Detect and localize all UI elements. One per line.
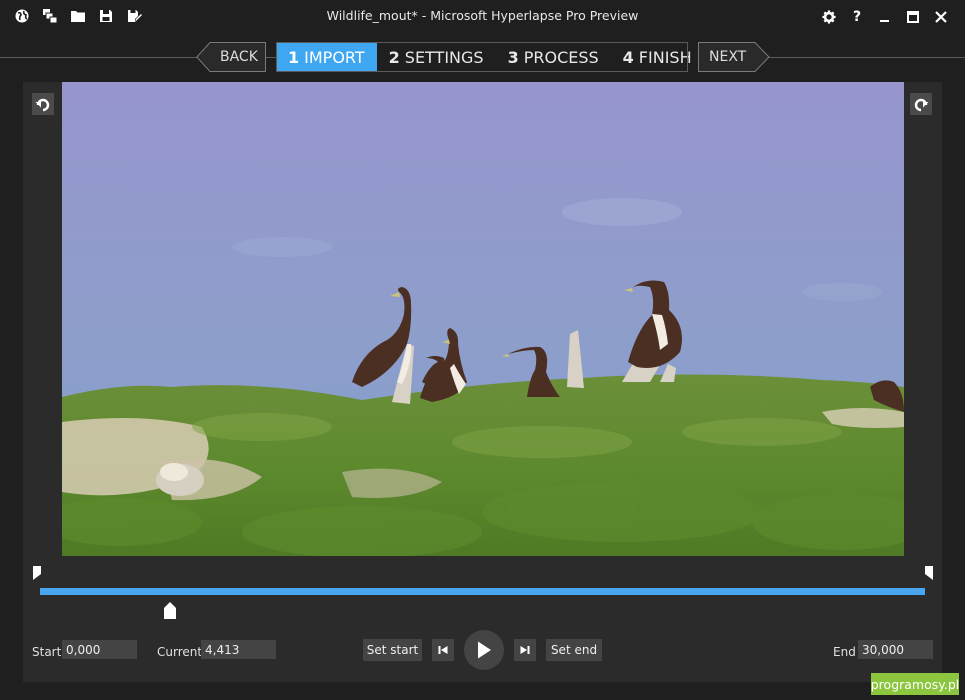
back-button[interactable]: BACK <box>196 42 266 72</box>
video-preview <box>62 82 904 556</box>
current-field[interactable] <box>201 640 276 659</box>
wizard-step-bar: BACK 1 IMPORT 2 SETTINGS 3 PROCESS 4 FINISH … <box>0 42 965 72</box>
skip-previous-icon <box>438 646 448 654</box>
timeline-controls: Start Current Set start Set end End <box>23 630 942 670</box>
skip-next-icon <box>520 646 530 654</box>
step-label: SETTINGS <box>404 47 484 67</box>
rotate-left-icon <box>35 98 50 112</box>
step-import[interactable]: 1 IMPORT <box>276 42 377 72</box>
step-settings[interactable]: 2 SETTINGS <box>377 42 496 72</box>
current-label: Current <box>157 645 203 659</box>
title-bar: Wildlife_mout* - Microsoft Hyperlapse Pr… <box>0 0 965 34</box>
wizard-steps: 1 IMPORT 2 SETTINGS 3 PROCESS 4 FINISH <box>276 42 704 72</box>
step-number: 4 <box>622 47 634 67</box>
rotate-right-button[interactable] <box>910 93 932 115</box>
previous-frame-button[interactable] <box>432 639 454 661</box>
step-label: IMPORT <box>304 47 365 67</box>
settings-icon[interactable] <box>815 6 843 28</box>
rotate-left-button[interactable] <box>32 93 54 115</box>
step-number: 2 <box>388 47 400 67</box>
trim-start-marker[interactable] <box>32 566 42 582</box>
next-button[interactable]: NEXT <box>698 42 770 72</box>
start-field[interactable] <box>62 640 137 659</box>
timeline-track[interactable] <box>40 588 925 595</box>
video-frame-image <box>62 82 904 556</box>
set-end-button[interactable]: Set end <box>546 639 602 661</box>
step-finish[interactable]: 4 FINISH <box>611 42 704 72</box>
import-panel: Start Current Set start Set end End <box>23 82 942 682</box>
step-label: PROCESS <box>523 47 599 67</box>
step-process[interactable]: 3 PROCESS <box>496 42 611 72</box>
step-number: 3 <box>507 47 519 67</box>
minimize-icon[interactable] <box>871 6 899 28</box>
start-label: Start <box>32 645 62 659</box>
set-start-button[interactable]: Set start <box>363 639 422 661</box>
close-icon[interactable] <box>927 6 955 28</box>
rotate-right-icon <box>914 98 929 112</box>
step-number: 1 <box>288 47 300 67</box>
step-label: FINISH <box>638 47 692 67</box>
end-field[interactable] <box>858 640 933 659</box>
back-button-label: BACK <box>220 49 258 65</box>
playhead-handle[interactable] <box>163 602 177 620</box>
maximize-icon[interactable] <box>899 6 927 28</box>
next-button-label: NEXT <box>709 49 747 65</box>
next-frame-button[interactable] <box>514 639 536 661</box>
trim-end-marker[interactable] <box>924 566 934 582</box>
watermark-badge: programosy.pl <box>871 673 959 695</box>
help-icon[interactable]: ? <box>843 6 871 28</box>
end-label: End <box>833 645 856 659</box>
window-controls: ? <box>815 6 955 28</box>
play-button[interactable] <box>464 630 504 670</box>
play-icon <box>478 641 491 659</box>
